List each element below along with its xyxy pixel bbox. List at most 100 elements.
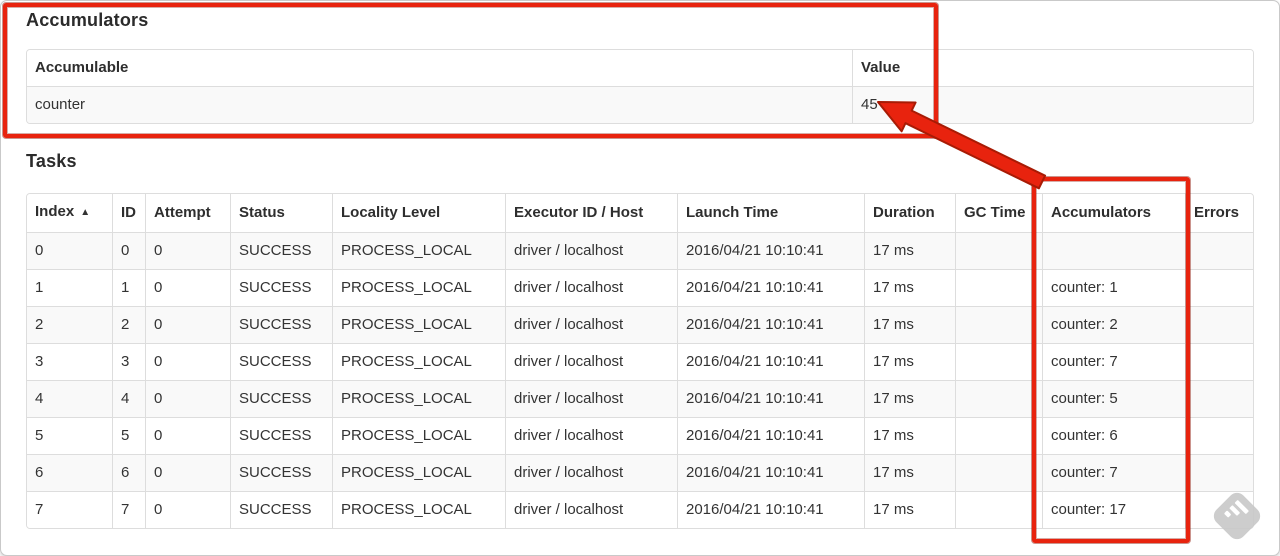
table-cell: driver / localhost bbox=[505, 491, 677, 528]
table-cell: PROCESS_LOCAL bbox=[332, 232, 505, 269]
column-header-executor-id-host[interactable]: Executor ID / Host bbox=[505, 194, 677, 232]
table-row: counter 45 bbox=[27, 86, 1253, 123]
table-cell: 2 bbox=[112, 306, 145, 343]
column-header-gc-time[interactable]: GC Time bbox=[955, 194, 1042, 232]
table-cell: 1 bbox=[27, 269, 112, 306]
sort-ascending-icon: ▲ bbox=[80, 207, 91, 218]
column-header-accumulable: Accumulable bbox=[27, 50, 852, 86]
column-header-attempt[interactable]: Attempt bbox=[145, 194, 230, 232]
table-cell: 17 ms bbox=[864, 417, 955, 454]
column-header-locality-level[interactable]: Locality Level bbox=[332, 194, 505, 232]
table-cell bbox=[955, 417, 1042, 454]
table-cell bbox=[1185, 454, 1253, 491]
table-cell: SUCCESS bbox=[230, 417, 332, 454]
table-row: 0 0 0 SUCCESS PROCESS_LOCAL driver / localhos… bbox=[27, 232, 1253, 269]
tasks-section-heading: Tasks bbox=[26, 151, 77, 171]
table-row: 6 6 0 SUCCESS PROCESS_LOCAL driver / localhos… bbox=[27, 454, 1253, 491]
table-cell: driver / localhost bbox=[505, 269, 677, 306]
table-cell: counter: 5 bbox=[1042, 380, 1185, 417]
table-cell: counter: 17 bbox=[1042, 491, 1185, 528]
table-cell: 45 bbox=[852, 86, 1253, 123]
column-header-id[interactable]: ID bbox=[112, 194, 145, 232]
table-cell: counter: 7 bbox=[1042, 343, 1185, 380]
table-cell: 4 bbox=[27, 380, 112, 417]
table-cell: 17 ms bbox=[864, 232, 955, 269]
table-cell: 17 ms bbox=[864, 306, 955, 343]
table-cell: counter bbox=[27, 86, 852, 123]
table-row: 2 2 0 SUCCESS PROCESS_LOCAL driver / localhos… bbox=[27, 306, 1253, 343]
table-cell: driver / localhost bbox=[505, 232, 677, 269]
table-cell: 6 bbox=[27, 454, 112, 491]
table-cell: 0 bbox=[145, 380, 230, 417]
table-cell bbox=[1185, 343, 1253, 380]
table-cell: PROCESS_LOCAL bbox=[332, 269, 505, 306]
table-cell bbox=[1185, 232, 1253, 269]
table-cell bbox=[955, 306, 1042, 343]
tasks-table: Index ▲ ID Attempt Status Locality Level … bbox=[26, 193, 1254, 529]
table-cell: PROCESS_LOCAL bbox=[332, 454, 505, 491]
table-row: 1 1 0 SUCCESS PROCESS_LOCAL driver / localhos… bbox=[27, 269, 1253, 306]
table-cell bbox=[955, 491, 1042, 528]
table-cell bbox=[1185, 491, 1253, 528]
table-cell: PROCESS_LOCAL bbox=[332, 343, 505, 380]
table-cell: 17 ms bbox=[864, 343, 955, 380]
table-cell: 2016/04/21 10:10:41 bbox=[677, 454, 864, 491]
column-header-status[interactable]: Status bbox=[230, 194, 332, 232]
table-cell: 0 bbox=[145, 269, 230, 306]
table-cell: 5 bbox=[27, 417, 112, 454]
table-cell: 17 ms bbox=[864, 380, 955, 417]
column-header-accumulators[interactable]: Accumulators bbox=[1042, 194, 1185, 232]
table-cell: SUCCESS bbox=[230, 269, 332, 306]
table-cell: 2 bbox=[27, 306, 112, 343]
tasks-header-row: Index ▲ ID Attempt Status Locality Level … bbox=[27, 194, 1253, 232]
table-row: 4 4 0 SUCCESS PROCESS_LOCAL driver / localhos… bbox=[27, 380, 1253, 417]
table-cell bbox=[1042, 232, 1185, 269]
spark-ui-page: Accumulators Accumulable Value counter 45… bbox=[0, 0, 1280, 556]
column-header-errors[interactable]: Errors bbox=[1185, 194, 1253, 232]
table-cell: PROCESS_LOCAL bbox=[332, 380, 505, 417]
table-cell: 0 bbox=[145, 306, 230, 343]
table-cell: 0 bbox=[27, 232, 112, 269]
column-header-launch-time[interactable]: Launch Time bbox=[677, 194, 864, 232]
table-cell: 5 bbox=[112, 417, 145, 454]
table-cell: 4 bbox=[112, 380, 145, 417]
table-cell: 2016/04/21 10:10:41 bbox=[677, 343, 864, 380]
table-cell: 1 bbox=[112, 269, 145, 306]
table-cell: 2016/04/21 10:10:41 bbox=[677, 306, 864, 343]
table-cell: SUCCESS bbox=[230, 343, 332, 380]
table-row: 7 7 0 SUCCESS PROCESS_LOCAL driver / localhos… bbox=[27, 491, 1253, 528]
table-cell: 7 bbox=[112, 491, 145, 528]
table-cell bbox=[955, 232, 1042, 269]
column-header-duration[interactable]: Duration bbox=[864, 194, 955, 232]
table-cell: 2016/04/21 10:10:41 bbox=[677, 232, 864, 269]
table-cell: 0 bbox=[145, 343, 230, 380]
table-cell: driver / localhost bbox=[505, 343, 677, 380]
table-cell: driver / localhost bbox=[505, 306, 677, 343]
table-cell: 7 bbox=[27, 491, 112, 528]
table-cell bbox=[955, 454, 1042, 491]
table-cell bbox=[1185, 306, 1253, 343]
table-cell: SUCCESS bbox=[230, 306, 332, 343]
table-cell: 2016/04/21 10:10:41 bbox=[677, 269, 864, 306]
accumulators-table: Accumulable Value counter 45 bbox=[26, 49, 1254, 124]
table-row: 3 3 0 SUCCESS PROCESS_LOCAL driver / localhos… bbox=[27, 343, 1253, 380]
table-cell bbox=[1185, 380, 1253, 417]
column-header-index[interactable]: Index ▲ bbox=[27, 194, 112, 232]
table-cell: SUCCESS bbox=[230, 454, 332, 491]
table-cell bbox=[1185, 269, 1253, 306]
table-cell: 6 bbox=[112, 454, 145, 491]
table-cell: driver / localhost bbox=[505, 380, 677, 417]
column-header-value: Value bbox=[852, 50, 1253, 86]
table-cell: PROCESS_LOCAL bbox=[332, 417, 505, 454]
table-cell: 0 bbox=[145, 232, 230, 269]
table-cell: driver / localhost bbox=[505, 454, 677, 491]
table-cell: PROCESS_LOCAL bbox=[332, 306, 505, 343]
table-cell: counter: 2 bbox=[1042, 306, 1185, 343]
table-cell: 0 bbox=[145, 417, 230, 454]
table-cell: 2016/04/21 10:10:41 bbox=[677, 380, 864, 417]
table-cell: 3 bbox=[112, 343, 145, 380]
table-cell: 17 ms bbox=[864, 454, 955, 491]
table-cell: 0 bbox=[145, 454, 230, 491]
table-cell: counter: 7 bbox=[1042, 454, 1185, 491]
column-header-index-label: Index bbox=[35, 203, 75, 220]
